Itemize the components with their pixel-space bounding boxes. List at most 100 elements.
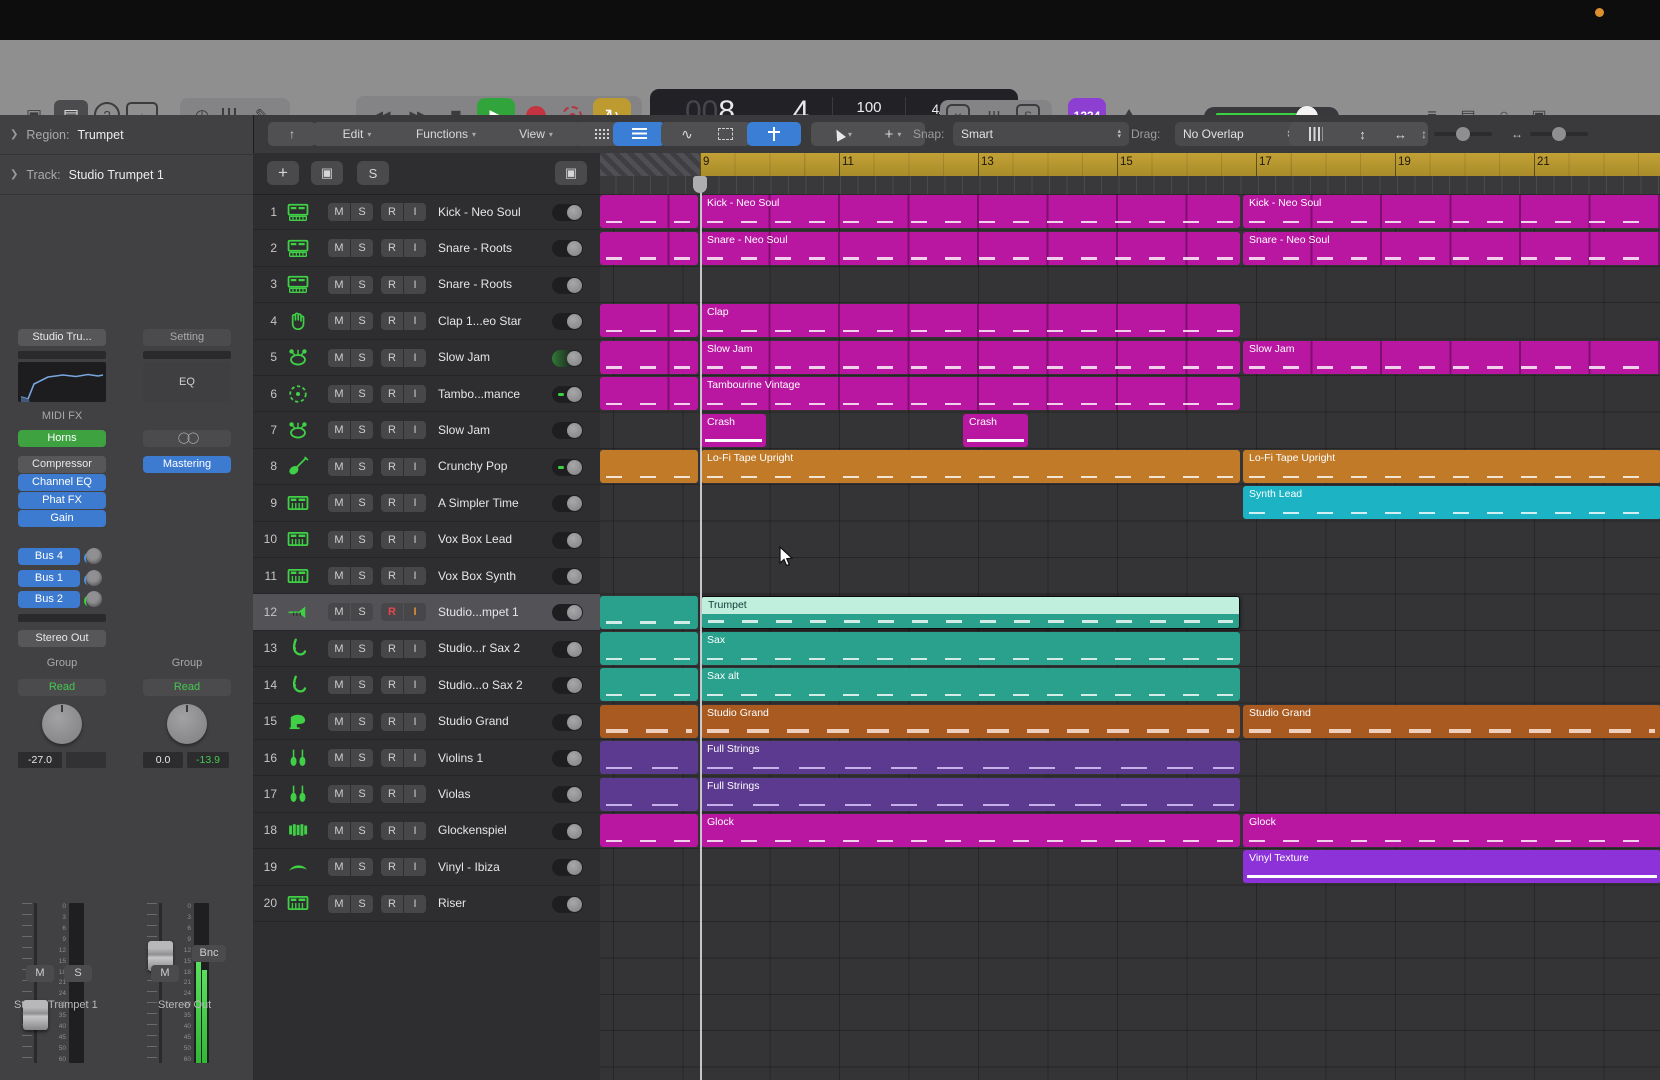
duplicate-track-button[interactable]: ▣	[311, 161, 343, 185]
track-on-off-toggle[interactable]	[552, 459, 583, 476]
region-partial[interactable]	[600, 341, 698, 374]
view-menu[interactable]: View▾	[491, 122, 581, 146]
record-enable-button[interactable]: R	[381, 749, 403, 767]
strip1-empty-send-slot[interactable]	[18, 614, 106, 622]
playhead-line[interactable]	[700, 176, 702, 1080]
strip1-audio-fx-1[interactable]: Channel EQ	[18, 474, 106, 491]
bar-ruler[interactable]: 9111315171921	[600, 153, 1660, 176]
region-full-strings[interactable]: Full Strings	[701, 741, 1240, 774]
region-clap[interactable]: Clap	[701, 304, 1240, 337]
region-partial[interactable]	[600, 668, 698, 701]
strip2-audio-fx-0[interactable]: Mastering	[143, 456, 231, 473]
horizontal-auto-zoom-button[interactable]: ↔	[1373, 122, 1428, 146]
track-row[interactable]: 14MSRIStudio...o Sax 2	[253, 667, 600, 703]
track-row[interactable]: 8MSRICrunchy Pop	[253, 449, 600, 485]
region-snare-neo-soul[interactable]: Snare - Neo Soul	[701, 232, 1240, 265]
mute-button[interactable]: M	[328, 385, 350, 403]
strip2-automation-button[interactable]: Read	[143, 679, 231, 696]
mute-button[interactable]: M	[328, 203, 350, 221]
input-monitor-button[interactable]: I	[404, 458, 426, 476]
region-partial[interactable]	[600, 705, 698, 738]
mute-button[interactable]: M	[328, 349, 350, 367]
record-enable-button[interactable]: R	[381, 276, 403, 294]
input-monitor-button[interactable]: I	[404, 567, 426, 585]
record-enable-button[interactable]: R	[381, 640, 403, 658]
record-enable-button[interactable]: R	[381, 349, 403, 367]
solo-button[interactable]: S	[351, 822, 373, 840]
track-row[interactable]: 2MSRISnare - Roots	[253, 230, 600, 266]
strip2-stereo-format-button[interactable]: ◯◯	[143, 430, 231, 447]
playhead-handle[interactable]	[693, 176, 707, 193]
mute-button[interactable]: M	[328, 640, 350, 658]
track-solo-button[interactable]: S	[357, 161, 389, 185]
track-row[interactable]: 13MSRIStudio...r Sax 2	[253, 631, 600, 667]
mute-button[interactable]: M	[328, 312, 350, 330]
mute-button[interactable]: M	[328, 822, 350, 840]
track-row[interactable]: 20MSRIRiser	[253, 886, 600, 922]
mute-button[interactable]: M	[328, 858, 350, 876]
solo-button[interactable]: S	[351, 312, 373, 330]
strip2-fader[interactable]: 03691215182124303540455060	[147, 903, 209, 1063]
input-monitor-button[interactable]: I	[404, 749, 426, 767]
solo-button[interactable]: S	[351, 276, 373, 294]
track-view-button[interactable]	[613, 122, 665, 146]
strip1-audio-fx-0[interactable]: Compressor	[18, 456, 106, 473]
strip1-send-2[interactable]: Bus 2	[18, 591, 80, 608]
track-on-off-toggle[interactable]	[552, 532, 583, 549]
strip1-instrument-button[interactable]: Horns	[18, 430, 106, 447]
strip1-solo-button[interactable]: S	[64, 965, 92, 982]
track-row[interactable]: 6MSRITambo...mance	[253, 376, 600, 412]
track-row[interactable]: 9MSRIA Simpler Time	[253, 485, 600, 521]
mute-button[interactable]: M	[328, 567, 350, 585]
disclosure-chevron-icon[interactable]: ❯	[10, 169, 18, 180]
track-on-off-toggle[interactable]	[552, 277, 583, 294]
solo-button[interactable]: S	[351, 349, 373, 367]
strip1-audio-fx-2[interactable]: Phat FX	[18, 492, 106, 509]
record-enable-button[interactable]: R	[381, 203, 403, 221]
track-on-off-toggle[interactable]	[552, 823, 583, 840]
input-monitor-button[interactable]: I	[404, 858, 426, 876]
track-on-off-toggle[interactable]	[552, 204, 583, 221]
send-level-knob[interactable]	[86, 570, 102, 586]
region-sax-alt[interactable]: Sax alt	[701, 668, 1240, 701]
functions-menu[interactable]: Functions▾	[387, 122, 505, 146]
track-row[interactable]: 7MSRISlow Jam	[253, 412, 600, 448]
solo-button[interactable]: S	[351, 676, 373, 694]
track-on-off-toggle[interactable]	[552, 350, 583, 367]
hzoom-knob[interactable]	[1552, 127, 1566, 141]
mute-button[interactable]: M	[328, 421, 350, 439]
horizontal-zoom-slider[interactable]: ↔	[1511, 127, 1588, 141]
mute-button[interactable]: M	[328, 749, 350, 767]
track-row[interactable]: 18MSRIGlockenspiel	[253, 813, 600, 849]
region-crash[interactable]: Crash	[701, 414, 766, 447]
region-snare-neo-soul[interactable]: Snare - Neo Soul	[1243, 232, 1660, 265]
disclosure-chevron-icon[interactable]: ❯	[10, 129, 18, 140]
record-enable-button[interactable]: R	[381, 239, 403, 257]
region-kick-neo-soul[interactable]: Kick - Neo Soul	[701, 195, 1240, 228]
input-monitor-button[interactable]: I	[404, 385, 426, 403]
track-on-off-toggle[interactable]	[552, 859, 583, 876]
strip1-output-button[interactable]: Stereo Out	[18, 630, 106, 647]
solo-button[interactable]: S	[351, 421, 373, 439]
record-enable-button[interactable]: R	[381, 676, 403, 694]
track-row[interactable]: 3MSRISnare - Roots	[253, 267, 600, 303]
region-partial[interactable]	[600, 195, 698, 228]
input-monitor-button[interactable]: I	[404, 276, 426, 294]
track-on-off-toggle[interactable]	[552, 386, 583, 403]
strip1-group-button[interactable]: Group	[18, 655, 106, 672]
solo-button[interactable]: S	[351, 640, 373, 658]
mute-button[interactable]: M	[328, 895, 350, 913]
solo-button[interactable]: S	[351, 749, 373, 767]
input-monitor-button[interactable]: I	[404, 531, 426, 549]
input-monitor-button[interactable]: I	[404, 785, 426, 803]
mute-button[interactable]: M	[328, 785, 350, 803]
region-slow-jam[interactable]: Slow Jam	[1243, 341, 1660, 374]
track-on-off-toggle[interactable]	[552, 422, 583, 439]
region-full-strings[interactable]: Full Strings	[701, 778, 1240, 811]
solo-button[interactable]: S	[351, 385, 373, 403]
input-monitor-button[interactable]: I	[404, 494, 426, 512]
region-partial[interactable]	[600, 232, 698, 265]
track-row[interactable]: 12MSRIStudio...mpet 1	[253, 594, 600, 630]
input-monitor-button[interactable]: I	[404, 421, 426, 439]
solo-button[interactable]: S	[351, 713, 373, 731]
